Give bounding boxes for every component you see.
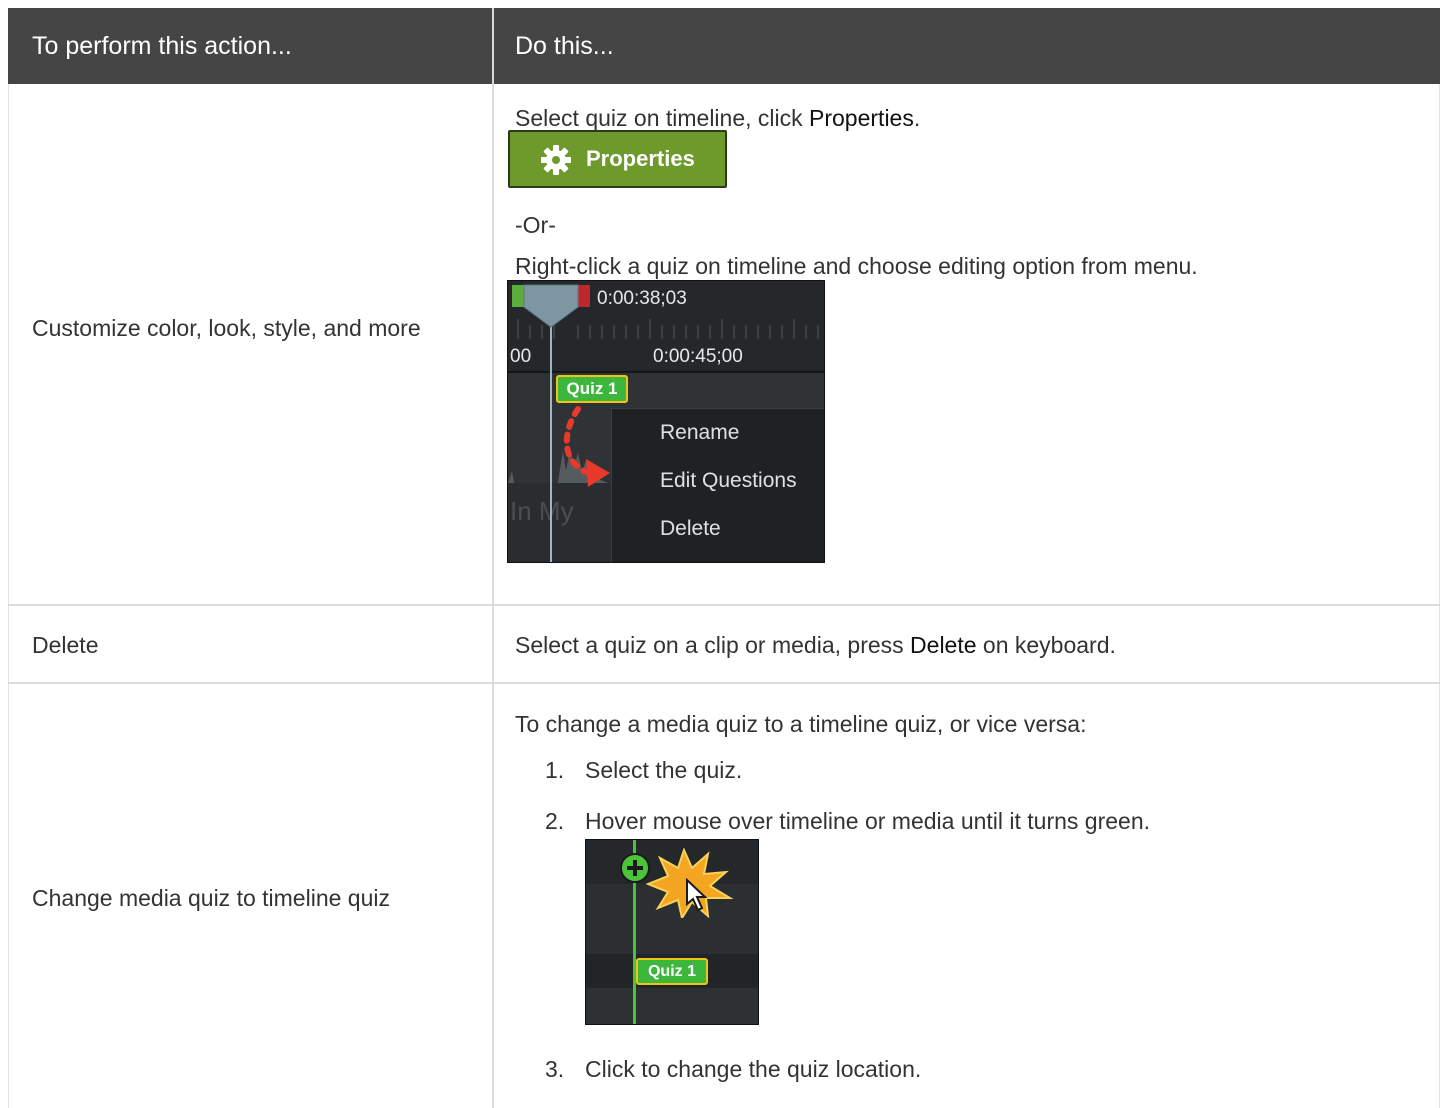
- plus-icon: [627, 860, 643, 876]
- table-right-border: [1439, 84, 1440, 1108]
- step-number: 2.: [545, 808, 565, 834]
- row-divider: [8, 604, 1440, 606]
- properties-term: Properties: [809, 105, 914, 131]
- playhead-handle: [512, 284, 590, 328]
- header-do-this: Do this...: [515, 32, 614, 60]
- step-text: Hover mouse over timeline or media until…: [585, 808, 1151, 834]
- table-left-border: [8, 84, 9, 1108]
- row3-intro: To change a media quiz to a timeline qui…: [515, 711, 1087, 737]
- step-number: 1.: [545, 757, 565, 783]
- gear-icon: [541, 145, 571, 175]
- properties-button[interactable]: Properties: [508, 130, 727, 188]
- mouse-cursor-icon: [686, 878, 708, 912]
- timeline-band: [586, 988, 758, 1024]
- row2-instruction: Select a quiz on a clip or media, press …: [515, 629, 1116, 662]
- right-click-instruction: Right-click a quiz on timeline and choos…: [515, 253, 1198, 279]
- instruction-text: Select quiz on timeline, click: [515, 105, 810, 131]
- properties-button-label: Properties: [586, 146, 695, 171]
- quiz-marker[interactable]: Quiz 1: [556, 375, 628, 403]
- step-text: Click to change the quiz location.: [585, 1056, 922, 1082]
- action-change-media-quiz: Change media quiz to timeline quiz: [32, 885, 390, 911]
- step-text: Select the quiz.: [585, 757, 743, 783]
- delete-term: Delete: [910, 632, 977, 658]
- instruction-text: Select a quiz on a clip or media, press: [515, 632, 911, 658]
- column-divider: [492, 84, 494, 1108]
- playhead-time: 0:00:38;03: [597, 288, 687, 309]
- playhead-line: [550, 311, 552, 562]
- timeline-hover-screenshot: Quiz 1: [585, 839, 759, 1025]
- header-action: To perform this action...: [32, 32, 292, 60]
- or-separator: -Or-: [515, 212, 556, 238]
- timeline-context-menu-screenshot: In My 0:00:38;03 00 0:00:45;00 Quiz 1 Re…: [507, 280, 825, 563]
- background-track-label: In My: [510, 496, 574, 526]
- quiz-marker[interactable]: Quiz 1: [636, 958, 708, 985]
- ruler-time-left: 00: [510, 346, 532, 367]
- header-divider: [492, 8, 494, 84]
- red-dotted-arrow: [563, 406, 610, 487]
- action-delete: Delete: [32, 632, 99, 658]
- action-customize: Customize color, look, style, and more: [32, 315, 421, 341]
- step-number: 3.: [545, 1056, 565, 1082]
- menu-item-rename[interactable]: Rename: [660, 421, 739, 445]
- instruction-text: on keyboard.: [976, 632, 1116, 658]
- table-header: To perform this action... Do this...: [8, 8, 1440, 84]
- ruler-time-mid: 0:00:45;00: [653, 346, 743, 367]
- menu-item-delete[interactable]: Delete: [660, 517, 721, 541]
- menu-item-edit-questions[interactable]: Edit Questions: [660, 469, 797, 493]
- context-menu: Rename Edit Questions Delete: [611, 408, 824, 562]
- row-divider: [8, 682, 1440, 684]
- instruction-text: .: [913, 105, 921, 131]
